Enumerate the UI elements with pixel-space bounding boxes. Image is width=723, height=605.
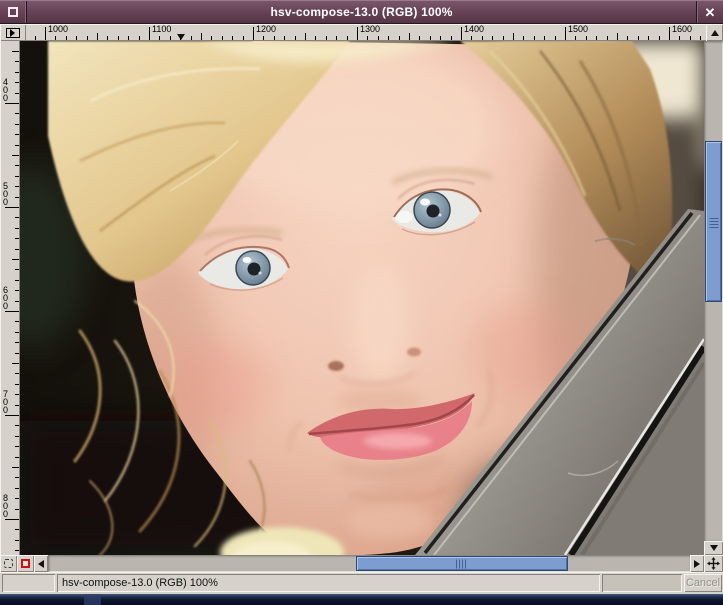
quickmask-on-button[interactable] <box>17 555 34 572</box>
hscroll-left-stepper[interactable] <box>34 555 48 572</box>
navigation-cross-icon <box>707 557 720 570</box>
statusbar: hsv-compose-13.0 (RGB) 100% Cancel <box>0 572 723 594</box>
titlebar: hsv-compose-13.0 (RGB) 100% ✕ <box>0 0 723 24</box>
quickmask-on-icon <box>21 559 30 568</box>
gimp-image-window: hsv-compose-13.0 (RGB) 100% ✕ 1000 1100 12… <box>0 0 723 605</box>
vscroll-down-stepper[interactable] <box>704 541 723 555</box>
hscroll-right-stepper[interactable] <box>690 555 704 572</box>
iconify-button[interactable] <box>0 1 27 23</box>
image-menu-button[interactable] <box>0 24 26 41</box>
quickmask-off-icon <box>4 559 13 568</box>
image-canvas[interactable] <box>20 41 704 555</box>
vertical-ruler[interactable]: 4 0 05 0 06 0 07 0 08 0 0 <box>0 41 20 555</box>
quickmask-off-button[interactable] <box>0 555 17 572</box>
vertical-scrollbar <box>704 41 723 555</box>
status-title-text: hsv-compose-13.0 (RGB) 100% <box>57 574 600 592</box>
ruler-row: 1000 1100 1200 1300 1400 1500 1600 <box>0 24 723 41</box>
cancel-button[interactable]: Cancel <box>684 574 722 592</box>
horizontal-ruler[interactable]: 1000 1100 1200 1300 1400 1500 1600 <box>26 24 706 41</box>
arrow-up-icon <box>710 29 719 36</box>
hscroll-track[interactable] <box>48 555 690 572</box>
window-title: hsv-compose-13.0 (RGB) 100% <box>270 5 453 19</box>
arrow-down-icon <box>709 545 718 551</box>
progress-bar <box>602 574 682 592</box>
close-button[interactable]: ✕ <box>696 1 723 23</box>
hscroll-row <box>0 555 723 572</box>
vscroll-up-stepper[interactable] <box>706 24 723 41</box>
close-icon: ✕ <box>704 4 716 20</box>
iconify-icon <box>8 7 18 17</box>
main-row: 4 0 05 0 06 0 07 0 08 0 0 <box>0 41 723 555</box>
hscroll-thumb[interactable] <box>356 556 568 571</box>
cursor-position-box <box>2 574 55 592</box>
menu-arrow-icon <box>6 27 20 38</box>
arrow-right-icon <box>694 559 700 568</box>
hscroll-grip-icon <box>456 559 468 568</box>
vscroll-track[interactable] <box>704 41 723 541</box>
navigation-button[interactable] <box>704 555 723 572</box>
arrow-left-icon <box>38 559 44 568</box>
vscroll-grip-icon <box>709 215 718 228</box>
vscroll-thumb[interactable] <box>705 141 722 302</box>
bottom-panel-strip <box>0 594 723 605</box>
panel-highlight <box>84 594 101 605</box>
photo-baby-portrait <box>20 41 704 555</box>
